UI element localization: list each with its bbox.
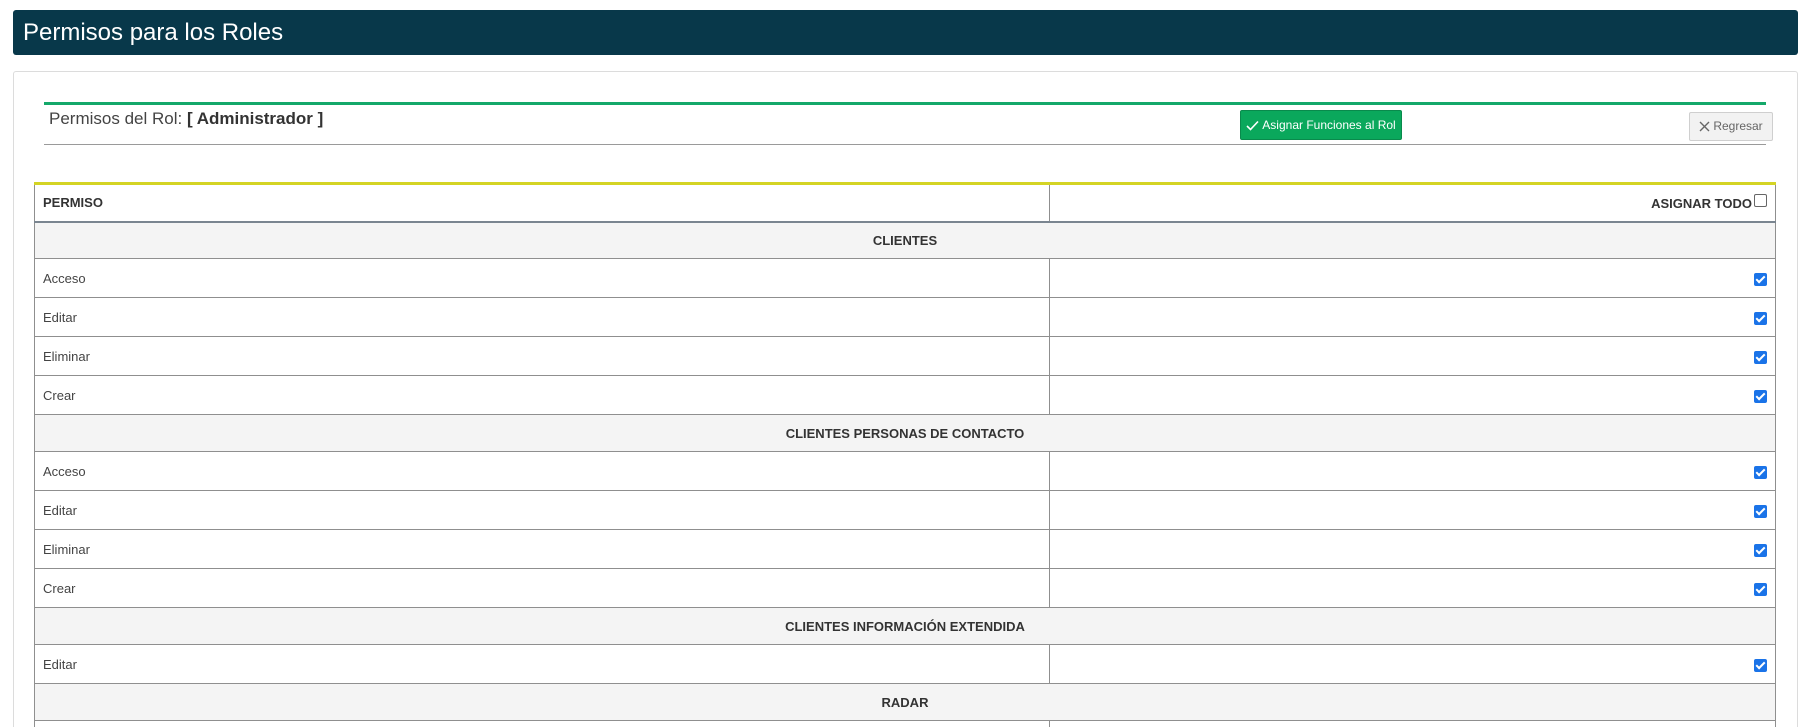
role-header: Permisos del Rol: [ Administrador ] Asig… [44,102,1773,145]
permission-row: Crear [34,375,1776,415]
permission-checkbox-cell [1049,568,1776,608]
permission-row: Editar [34,644,1776,684]
permission-checkbox-cell [1049,336,1776,376]
permission-label: Acceso [34,258,1050,298]
column-header-permission: PERMISO [34,183,1050,223]
assign-all-label: ASIGNAR TODO [1651,196,1752,212]
permission-checkbox-cell [1049,644,1776,684]
assign-all-checkbox[interactable] [1754,194,1767,208]
permission-row: Acceso [34,258,1776,298]
assign-functions-button[interactable]: Asignar Funciones al Rol [1240,110,1402,140]
permission-checkbox[interactable] [1754,272,1767,286]
permission-label: Crear [34,375,1050,415]
permission-checkbox[interactable] [1754,350,1767,364]
permission-label: Editar [34,490,1050,530]
group-title: CLIENTES INFORMACIÓN EXTENDIDA [34,607,1776,645]
assign-functions-label: Asignar Funciones al Rol [1262,118,1396,132]
permission-checkbox-cell [1049,720,1776,727]
permission-checkbox[interactable] [1754,504,1767,518]
permission-label: Acceso [34,720,1050,727]
permission-row: Acceso [34,451,1776,491]
permission-label: Crear [34,568,1050,608]
close-icon [1699,121,1710,132]
permission-checkbox-cell [1049,529,1776,569]
permission-checkbox-cell [1049,375,1776,415]
role-name: [ Administrador ] [186,109,324,128]
permission-checkbox[interactable] [1754,543,1767,557]
permission-label: Acceso [34,451,1050,491]
permission-label: Editar [34,297,1050,337]
group-title: CLIENTES PERSONAS DE CONTACTO [34,414,1776,452]
check-icon [1246,120,1259,131]
group-title: RADAR [34,683,1776,721]
permission-checkbox-cell [1049,258,1776,298]
group-row: CLIENTES PERSONAS DE CONTACTO [34,414,1776,452]
permissions-card: Permisos del Rol: [ Administrador ] Asig… [13,71,1798,727]
group-title: CLIENTES [34,221,1776,259]
back-button[interactable]: Regresar [1689,112,1773,141]
permission-checkbox-cell [1049,451,1776,491]
permission-label: Eliminar [34,336,1050,376]
permission-checkbox-cell [1049,297,1776,337]
permission-row: Crear [34,568,1776,608]
group-row: CLIENTES INFORMACIÓN EXTENDIDA [34,607,1776,645]
role-label: Permisos del Rol: [ Administrador ] [49,109,323,129]
column-header-assign-all: ASIGNAR TODO [1049,183,1776,223]
role-label-text: Permisos del Rol: [49,109,183,128]
back-label: Regresar [1713,119,1763,133]
permission-checkbox[interactable] [1754,311,1767,325]
permissions-table-body: CLIENTES Acceso Editar Eliminar Crear CLIENTE… [34,221,1776,727]
permission-row: Eliminar [34,336,1776,376]
permission-checkbox[interactable] [1754,465,1767,479]
group-row: CLIENTES [34,221,1776,259]
page-title: Permisos para los Roles [13,10,1798,55]
permission-checkbox[interactable] [1754,582,1767,596]
permission-checkbox[interactable] [1754,658,1767,672]
permission-checkbox-cell [1049,490,1776,530]
permission-row: Editar [34,490,1776,530]
permission-label: Eliminar [34,529,1050,569]
table-header-row: PERMISO ASIGNAR TODO [34,183,1776,223]
permission-label: Editar [34,644,1050,684]
group-row: RADAR [34,683,1776,721]
permission-row: Acceso [34,720,1776,727]
permission-row: Eliminar [34,529,1776,569]
permission-checkbox[interactable] [1754,389,1767,403]
permission-row: Editar [34,297,1776,337]
permissions-table: PERMISO ASIGNAR TODO CLIENTES Acceso Edita… [34,182,1776,727]
